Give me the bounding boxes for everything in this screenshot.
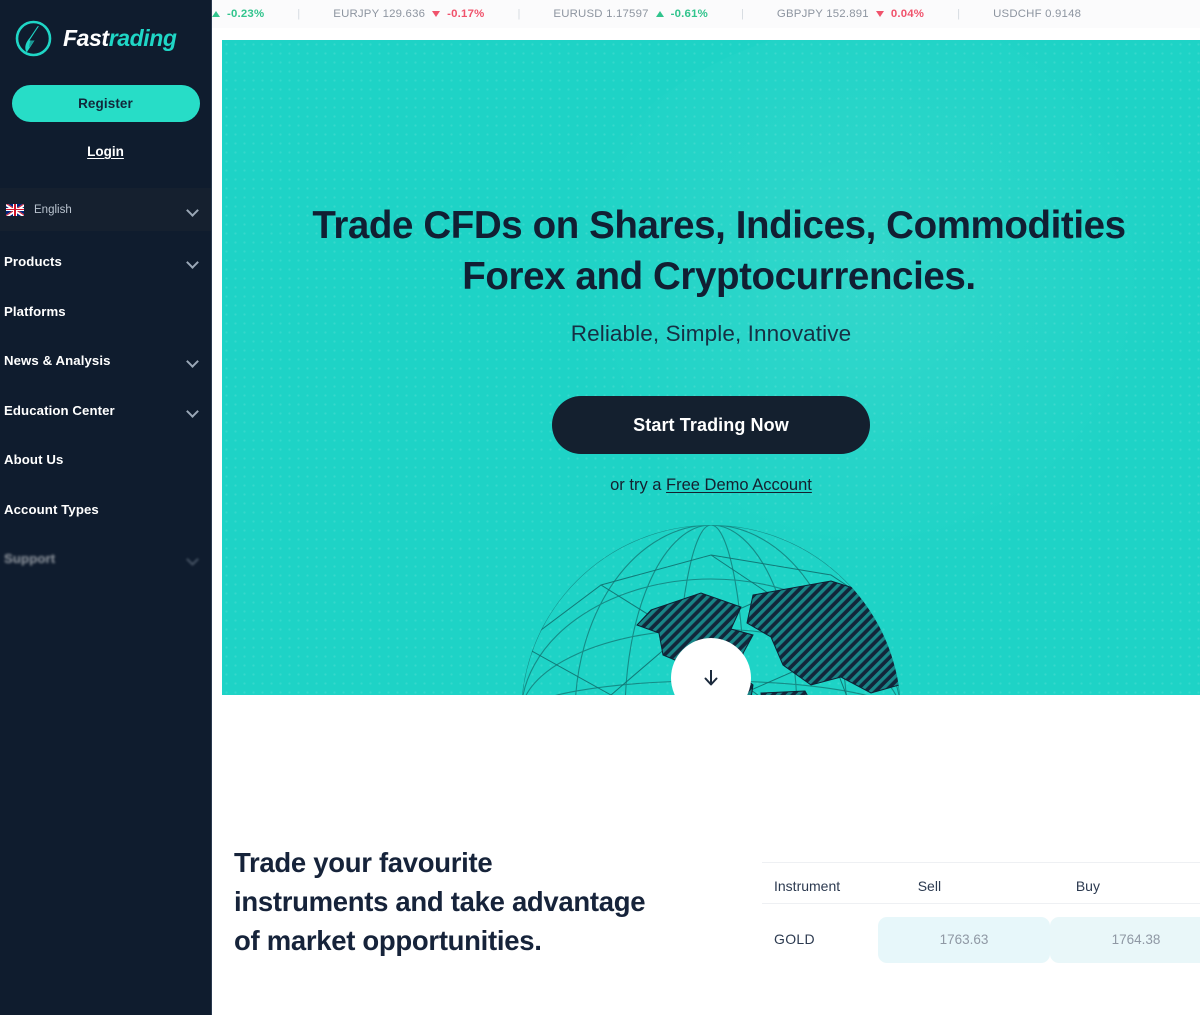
arrow-down-icon bbox=[432, 11, 441, 17]
hero-title-line2: Forex and Cryptocurrencies. bbox=[462, 255, 976, 299]
chevron-down-icon bbox=[187, 407, 198, 414]
table-row[interactable]: GOLD 1763.63 1764.38 bbox=[762, 904, 1200, 976]
ticker-symbol-price: USDCHF 0.9148 bbox=[993, 8, 1082, 20]
page-title: Trade CFDs on Shares, Indices, Commoditi… bbox=[222, 200, 1200, 302]
table-header-row: Instrument Sell Buy bbox=[762, 862, 1200, 904]
page-root: Fastrading Register Login English Produc… bbox=[0, 0, 1200, 1015]
column-header-sell: Sell bbox=[917, 878, 942, 894]
instrument-label: GOLD bbox=[774, 931, 815, 947]
brand-logo[interactable]: Fastrading bbox=[0, 0, 211, 62]
brand-name-part2: rading bbox=[108, 24, 177, 51]
language-label: English bbox=[34, 203, 72, 216]
ticker-separator: | bbox=[297, 8, 301, 20]
sell-price-button[interactable]: 1763.63 bbox=[878, 917, 1050, 963]
arrow-up-icon bbox=[212, 11, 220, 17]
demo-prefix-text: or try a bbox=[610, 476, 667, 495]
ticker-change: 0.04% bbox=[890, 8, 925, 20]
chevron-down-icon bbox=[187, 357, 198, 364]
ticker-separator: | bbox=[957, 8, 961, 20]
section-heading-line3: of market opportunities. bbox=[234, 925, 542, 957]
hero-banner: Trade CFDs on Shares, Indices, Commoditi… bbox=[222, 40, 1200, 695]
sidebar-item-education-center[interactable]: Education Center bbox=[0, 386, 211, 436]
fastrading-f-bolt-logo-icon bbox=[13, 18, 54, 59]
ticker-symbol-price: EURUSD 1.17597 bbox=[553, 8, 649, 20]
column-header-instrument: Instrument bbox=[774, 878, 841, 894]
arrow-up-icon bbox=[655, 11, 664, 17]
ticker-separator: | bbox=[517, 8, 521, 20]
hero-cta-wrap: Start Trading Now bbox=[222, 396, 1200, 455]
sidebar: Fastrading Register Login English Produc… bbox=[0, 0, 212, 1015]
ticker-change: -0.61% bbox=[670, 8, 708, 20]
hero-subtitle: Reliable, Simple, Innovative bbox=[570, 321, 852, 347]
sidebar-item-label: Account Types bbox=[4, 501, 99, 517]
uk-flag-icon bbox=[6, 203, 24, 216]
ticker-item[interactable]: GBPJPY 152.891 0.04% bbox=[777, 8, 924, 20]
sidebar-item-label: Products bbox=[4, 254, 62, 270]
sidebar-item-label: Education Center bbox=[4, 402, 115, 418]
demo-account-line: or try a Free Demo Account bbox=[222, 476, 1200, 495]
chevron-down-icon bbox=[187, 555, 198, 562]
ticker-symbol-price: EURJPY 129.636 bbox=[333, 8, 426, 20]
quotes-table: Instrument Sell Buy GOLD 1763.63 1764.38 bbox=[762, 862, 1200, 976]
sidebar-item-support[interactable]: Support bbox=[0, 534, 211, 584]
register-button[interactable]: Register bbox=[11, 85, 200, 122]
buy-price-cell[interactable]: 1764.38 bbox=[1050, 917, 1200, 963]
sidebar-item-label: Platforms bbox=[4, 303, 66, 319]
ticker-separator: | bbox=[740, 8, 744, 20]
ticker-change: -0.17% bbox=[447, 8, 485, 20]
sidebar-item-products[interactable]: Products bbox=[0, 237, 211, 287]
instruments-section: Trade your favourite instruments and tak… bbox=[212, 695, 1200, 1015]
sidebar-item-label: About Us bbox=[4, 452, 64, 468]
ticker-symbol-price: GBPJPY 152.891 bbox=[776, 8, 869, 20]
sidebar-item-label: News & Analysis bbox=[4, 353, 111, 369]
arrow-down-icon bbox=[704, 670, 718, 686]
chevron-down-icon bbox=[187, 258, 198, 265]
brand-name-part1: Fast bbox=[63, 24, 109, 51]
chevron-down-icon bbox=[187, 206, 198, 213]
section-heading-line2: instruments and take advantage bbox=[234, 886, 646, 918]
hero-content: Trade CFDs on Shares, Indices, Commoditi… bbox=[222, 40, 1200, 495]
sidebar-item-news-analysis[interactable]: News & Analysis bbox=[0, 336, 211, 386]
section-heading: Trade your favourite instruments and tak… bbox=[234, 843, 654, 960]
ticker-item[interactable]: EURJPY 129.636 -0.17% bbox=[333, 8, 484, 20]
brand-name: Fastrading bbox=[63, 25, 177, 52]
ticker-change: -0.23% bbox=[227, 8, 265, 20]
sidebar-item-about-us[interactable]: About Us bbox=[0, 435, 211, 485]
market-ticker[interactable]: -0.23% | EURJPY 129.636 -0.17% | EURUSD … bbox=[212, 0, 1200, 28]
start-trading-button[interactable]: Start Trading Now bbox=[552, 396, 870, 455]
sidebar-item-account-types[interactable]: Account Types bbox=[0, 485, 211, 535]
buy-price-button[interactable]: 1764.38 bbox=[1050, 917, 1200, 963]
sell-price-cell[interactable]: 1763.63 bbox=[878, 917, 1050, 963]
instrument-name-cell: GOLD bbox=[762, 931, 878, 949]
arrow-down-icon bbox=[875, 11, 884, 17]
sidebar-nav: Products Platforms News & Analysis Educa… bbox=[0, 237, 211, 584]
language-selector[interactable]: English bbox=[0, 188, 211, 231]
column-header-buy: Buy bbox=[1075, 878, 1100, 894]
hero-title-line1: Trade CFDs on Shares, Indices, Commoditi… bbox=[312, 204, 1126, 247]
free-demo-account-link[interactable]: Free Demo Account bbox=[666, 476, 812, 494]
sidebar-item-platforms[interactable]: Platforms bbox=[0, 287, 211, 337]
sidebar-item-label: Support bbox=[4, 551, 56, 567]
ticker-item[interactable]: EURUSD 1.17597 -0.61% bbox=[553, 8, 708, 20]
ticker-item[interactable]: USDCHF 0.9148 bbox=[993, 8, 1081, 20]
login-link[interactable]: Login bbox=[0, 144, 211, 159]
section-heading-line1: Trade your favourite bbox=[234, 847, 493, 878]
ticker-item[interactable]: -0.23% bbox=[212, 8, 264, 20]
